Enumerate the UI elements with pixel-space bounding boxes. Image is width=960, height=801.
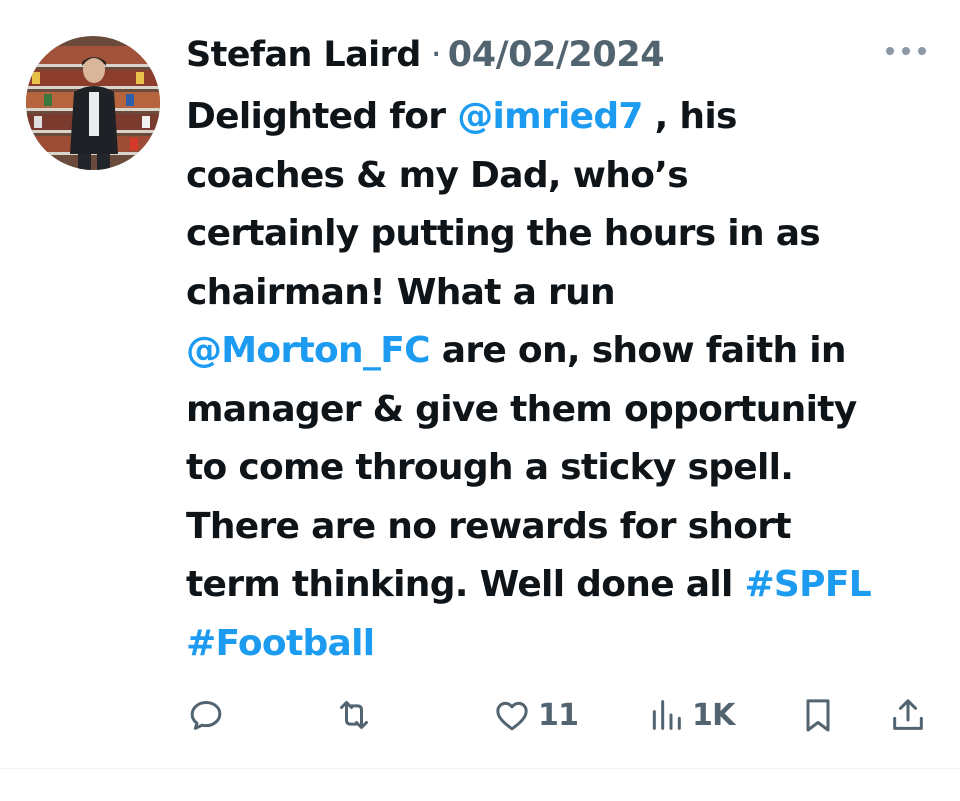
avatar[interactable] — [26, 36, 160, 170]
reply-icon — [190, 701, 222, 730]
tweet-text-line: Delighted for @imried7 , his — [186, 88, 946, 147]
more-horizontal-icon-dot — [918, 47, 926, 55]
reply-button[interactable] — [186, 690, 232, 740]
tweet-text-line: manager & give them opportunity — [186, 381, 946, 440]
hashtag-link[interactable]: #Football — [186, 623, 375, 664]
tweet: Stefan Laird · 04/02/2024 Delighted for … — [0, 0, 960, 801]
bookmark-button[interactable] — [798, 690, 838, 740]
tweet-text-segment: There are no rewards for short — [186, 505, 792, 547]
header-separator: · — [430, 35, 442, 75]
divider — [0, 768, 960, 769]
tweet-text-segment: certainly putting the hours in as — [186, 213, 821, 254]
tweet-text-segment: coaches & my Dad, who’s — [186, 154, 689, 196]
views-button[interactable]: 1K — [646, 690, 735, 740]
bookmark-icon — [806, 699, 830, 732]
like-button[interactable]: 11 — [492, 690, 579, 740]
repost-icon — [340, 701, 368, 729]
views-count: 1K — [692, 697, 735, 733]
author-name[interactable]: Stefan Laird — [186, 35, 421, 75]
more-horizontal-icon — [886, 47, 894, 55]
mention-link[interactable]: @imried7 — [457, 96, 643, 137]
views-chart-icon — [652, 700, 681, 730]
tweet-text-line: @Morton_FC are on, show faith in — [186, 322, 946, 381]
tweet-text-line: #Football — [186, 615, 946, 674]
tweet-text-segment: term thinking. Well done all — [186, 564, 745, 605]
tweet-text-line: coaches & my Dad, who’s — [186, 147, 946, 206]
tweet-text-segment: Delighted for — [186, 96, 458, 137]
share-icon — [893, 699, 923, 730]
tweet-text-line: certainly putting the hours in as — [186, 205, 946, 264]
share-button[interactable] — [888, 690, 928, 740]
avatar-photo — [26, 36, 160, 170]
tweet-header: Stefan Laird · 04/02/2024 — [186, 30, 940, 80]
tweet-text-segment: chairman! What a run — [186, 271, 616, 313]
tweet-text-segment: are on, show faith in — [429, 330, 847, 371]
like-count: 11 — [538, 697, 579, 733]
tweet-text-segment: manager & give them opportunity — [186, 388, 857, 430]
tweet-text-line: chairman! What a run — [186, 264, 946, 323]
action-bar: 11 1K — [186, 690, 936, 740]
more-options-button[interactable] — [886, 38, 926, 64]
hashtag-link[interactable]: #SPFL — [744, 564, 871, 605]
tweet-text-line: There are no rewards for short — [186, 498, 946, 557]
tweet-text-segment: , his — [642, 96, 738, 137]
tweet-text: Delighted for @imried7 , his coaches & my… — [186, 88, 946, 673]
tweet-date[interactable]: 04/02/2024 — [448, 35, 665, 75]
tweet-text-segment: to come through a sticky spell. — [186, 447, 794, 488]
mention-link[interactable]: @Morton_FC — [186, 330, 431, 371]
heart-icon — [496, 701, 528, 731]
repost-button[interactable] — [334, 690, 380, 740]
tweet-text-line: to come through a sticky spell. — [186, 439, 946, 498]
more-horizontal-icon-dot — [902, 47, 910, 55]
tweet-text-line: term thinking. Well done all #SPFL — [186, 556, 946, 615]
